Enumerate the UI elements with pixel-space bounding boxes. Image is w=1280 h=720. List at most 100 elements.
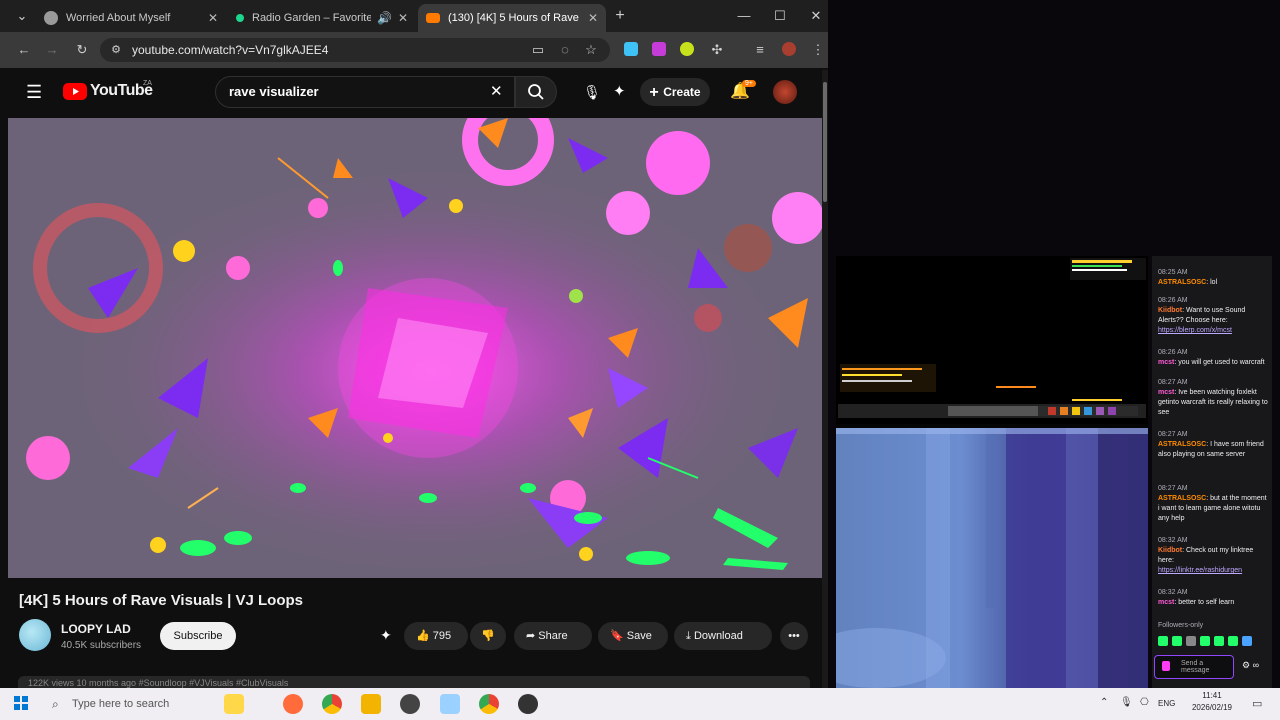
microphone-tray-icon[interactable]: 🎙 xyxy=(1120,697,1133,708)
extension-icon[interactable] xyxy=(680,42,694,56)
youtube-logo-icon[interactable] xyxy=(63,83,87,100)
search-icon xyxy=(528,84,544,100)
eye-off-icon[interactable]: ◌ xyxy=(555,40,575,60)
tray-chevron-icon[interactable]: ⌃ xyxy=(1100,697,1108,708)
media-control-icon[interactable]: ≡ xyxy=(750,40,770,60)
close-tab-icon[interactable]: ✕ xyxy=(398,11,408,25)
obs-icon[interactable] xyxy=(400,694,420,714)
app-icon[interactable] xyxy=(518,694,538,714)
video-player[interactable] xyxy=(8,118,822,578)
chat-link[interactable]: https://linktr.ee/rashidurgen xyxy=(1158,566,1268,576)
voice-search-icon[interactable]: 🎙 xyxy=(578,78,606,106)
scrollbar-thumb[interactable] xyxy=(823,82,827,202)
chat-username[interactable]: Kiidbot xyxy=(1158,307,1182,314)
share-label: Share xyxy=(538,630,568,642)
chrome-icon[interactable] xyxy=(322,694,342,714)
chat-username[interactable]: ASTRALSOSC xyxy=(1158,441,1206,448)
share-button[interactable]: ➦ Share xyxy=(514,622,592,650)
radio-garden-favicon-icon xyxy=(236,14,244,22)
tab-search-icon[interactable]: ⌄ xyxy=(12,6,32,26)
chrome-profile-icon[interactable] xyxy=(479,694,499,714)
minimize-icon[interactable]: — xyxy=(734,6,754,26)
description-box[interactable]: 122K views 10 months ago #Soundloop #VJV… xyxy=(18,676,810,688)
snipping-tool-icon[interactable] xyxy=(440,694,460,714)
like-count: 795 xyxy=(432,630,452,642)
maximize-icon[interactable]: ☐ xyxy=(770,6,790,26)
chat-message: 08:25 AM ASTRALSOSC: lol xyxy=(1158,268,1268,288)
windows-start-icon[interactable] xyxy=(14,696,28,715)
dislike-button[interactable]: 👎 xyxy=(470,622,506,650)
back-icon[interactable]: ← xyxy=(14,40,34,60)
extension-icon[interactable] xyxy=(652,42,666,56)
network-icon[interactable]: ⎔ xyxy=(1140,697,1149,708)
emote-icon[interactable] xyxy=(1228,636,1238,646)
chat-timestamp: 08:27 AM xyxy=(1158,379,1188,386)
clear-search-icon[interactable]: ✕ xyxy=(490,82,503,100)
chat-settings-icon[interactable]: ⚙ ∞ xyxy=(1242,660,1259,671)
emote-icon[interactable] xyxy=(1158,636,1168,646)
cast-icon[interactable]: ▭ xyxy=(528,40,548,60)
emote-icon[interactable] xyxy=(1214,636,1224,646)
forward-icon[interactable]: → xyxy=(42,40,62,60)
ask-sparkle-icon[interactable]: ✦ xyxy=(613,82,626,100)
more-actions-button[interactable]: ••• xyxy=(780,622,808,650)
system-clock[interactable]: 11:41 2026/02/19 xyxy=(1182,690,1242,714)
like-button[interactable]: 👍 795 xyxy=(404,622,468,650)
extensions-puzzle-icon[interactable]: ✣ xyxy=(707,40,727,60)
notification-badge: 9+ xyxy=(742,80,756,87)
chat-message: 08:27 AM ASTRALSOSC: I have som friend a… xyxy=(1158,430,1268,460)
rave-visual-frame xyxy=(8,118,822,578)
chat-link[interactable]: https://blerp.com/x/mcst xyxy=(1158,326,1268,336)
search-button[interactable] xyxy=(515,76,557,108)
emote-icon[interactable] xyxy=(1242,636,1252,646)
reload-icon[interactable]: ↻ xyxy=(72,40,92,60)
browser-menu-icon[interactable]: ⋮ xyxy=(808,40,828,60)
bookmark-star-icon[interactable]: ☆ xyxy=(581,40,601,60)
close-window-icon[interactable]: ✕ xyxy=(806,6,826,26)
chat-text: better to self learn xyxy=(1178,599,1235,606)
chat-timestamp: 08:27 AM xyxy=(1158,431,1188,438)
account-avatar[interactable] xyxy=(773,80,797,104)
new-tab-button[interactable]: + xyxy=(610,6,630,26)
bits-icon[interactable] xyxy=(1162,661,1170,671)
chat-username[interactable]: mcst xyxy=(1158,359,1174,366)
chat-username[interactable]: mcst xyxy=(1158,389,1174,396)
search-input[interactable]: rave visualizer xyxy=(215,76,515,108)
channel-name[interactable]: LOOPY LAD xyxy=(61,622,131,636)
tab-radio-garden[interactable]: Radio Garden – Favorites 🔊 ✕ xyxy=(228,4,416,32)
tab-worried-about-myself[interactable]: Worried About Myself ✕ xyxy=(36,4,226,32)
channel-avatar[interactable] xyxy=(19,619,51,651)
chat-username[interactable]: Kiidbot xyxy=(1158,547,1182,554)
chat-username[interactable]: mcst xyxy=(1158,599,1174,606)
close-tab-icon[interactable]: ✕ xyxy=(208,11,218,25)
site-info-icon[interactable]: ⚙ xyxy=(106,40,126,60)
extension-icon[interactable] xyxy=(624,42,638,56)
ask-sparkle-icon[interactable]: ✦ xyxy=(380,627,392,644)
emote-icon[interactable] xyxy=(1186,636,1196,646)
speaker-icon[interactable]: 🔊 xyxy=(377,11,392,25)
magnifier-icon: ⌕ xyxy=(52,697,59,711)
news-widget-icon[interactable] xyxy=(224,694,244,714)
save-button[interactable]: 🔖 Save xyxy=(598,622,668,650)
profile-avatar[interactable] xyxy=(782,42,796,56)
emote-icon[interactable] xyxy=(1172,636,1182,646)
file-explorer-icon[interactable] xyxy=(361,694,381,714)
emote-icon[interactable] xyxy=(1200,636,1210,646)
close-tab-icon[interactable]: ✕ xyxy=(588,11,598,25)
download-button[interactable]: ⤓ Download xyxy=(674,622,772,650)
chat-timestamp: 08:27 AM xyxy=(1158,485,1188,492)
hamburger-menu-icon[interactable]: ☰ xyxy=(26,82,42,103)
chat-timestamp: 08:26 AM xyxy=(1158,297,1188,304)
copilot-icon[interactable] xyxy=(283,694,303,714)
chat-username[interactable]: ASTRALSOSC xyxy=(1158,495,1206,502)
notification-center-icon[interactable]: ▭ xyxy=(1252,697,1262,710)
chat-timestamp: 08:32 AM xyxy=(1158,589,1188,596)
language-indicator[interactable]: ENG xyxy=(1158,699,1175,708)
create-button[interactable]: + Create xyxy=(640,78,710,106)
tab-youtube-rave[interactable]: (130) [4K] 5 Hours of Rave Visu ✕ xyxy=(418,4,606,32)
subscribe-button[interactable]: Subscribe xyxy=(160,622,236,650)
clock-time: 11:41 xyxy=(1202,691,1222,700)
chat-username[interactable]: ASTRALSOSC xyxy=(1158,279,1206,286)
game-ui-panel xyxy=(836,256,1148,424)
chat-message: 08:26 AM Kiidbot: Want to use Sound Aler… xyxy=(1158,296,1268,336)
